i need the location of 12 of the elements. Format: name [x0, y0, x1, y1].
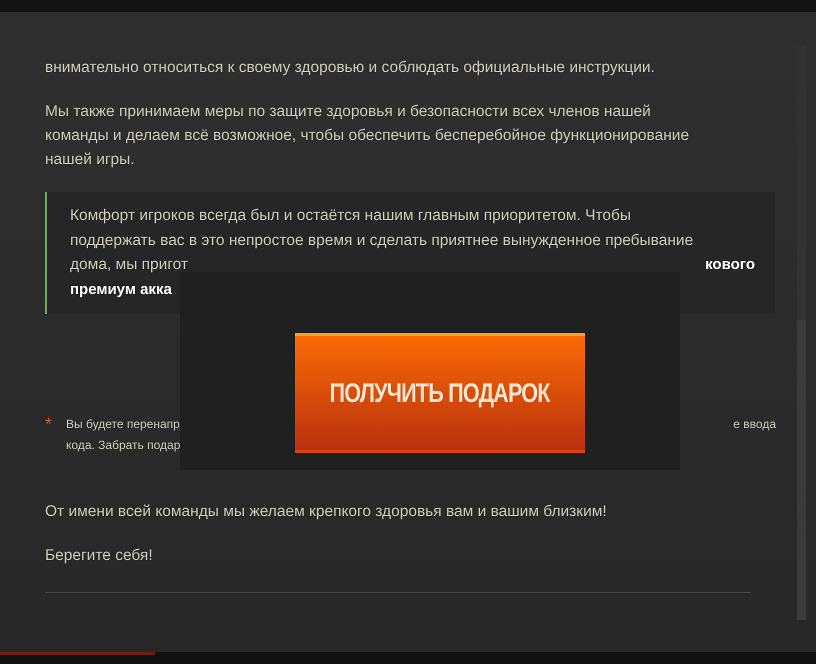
paragraph: Берегите себя! [45, 546, 154, 566]
footnote-text: Вы будете перенапр [66, 416, 180, 433]
quote-text-fragment: премиум акка [70, 280, 172, 300]
paragraph: внимательно относиться к своему здоровью и соблюдать официальные инструкции. [45, 58, 656, 78]
quote-text-fragment: кового [705, 255, 755, 275]
get-gift-button[interactable]: ПОЛУЧИТЬ ПОДАРОК [295, 333, 585, 453]
quote-text-fragment: дома, мы пригот [70, 255, 188, 275]
asterisk-mark: * [45, 414, 52, 436]
paragraph: От имени всей команды мы желаем крепкого здоровья вам и вашим близким! [45, 502, 608, 522]
footnote-text: е ввода [733, 416, 776, 433]
footnote-text: кода. Забрать подар [66, 437, 180, 454]
paragraph: Мы также принимаем меры по защите здоровья и безопасности всех членов нашей команды и делаем всё возможное, чтобы обеспечить бесперебойное функционирование нашей игры. [45, 102, 690, 170]
